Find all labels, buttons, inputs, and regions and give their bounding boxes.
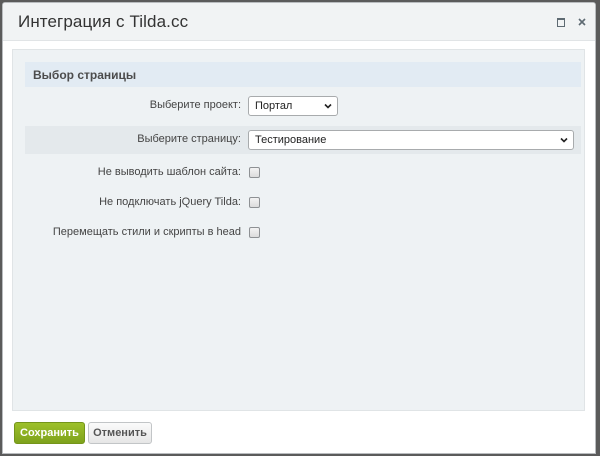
page-row: Выберите страницу: Тестирование (25, 126, 581, 154)
page-select[interactable]: Тестирование (248, 130, 574, 150)
cancel-button[interactable]: Отменить (88, 422, 152, 444)
dialog-content: Выбор страницы Выберите проект: Портал В… (12, 49, 585, 411)
dialog-footer: Сохранить Отменить (3, 413, 595, 453)
save-button[interactable]: Сохранить (14, 422, 85, 444)
no-template-label: Не выводить шаблон сайта: (97, 166, 241, 178)
maximize-icon (557, 18, 565, 27)
project-select-value: Портал (255, 100, 293, 112)
section-header: Выбор страницы (25, 62, 581, 87)
close-button[interactable] (574, 14, 590, 30)
dialog-titlebar[interactable]: Интеграция с Tilda.cc (3, 3, 595, 41)
tilda-integration-dialog: Интеграция с Tilda.cc Выбор страницы Выб… (2, 2, 596, 454)
no-template-checkbox[interactable] (249, 167, 260, 178)
project-row: Выберите проект: Портал (25, 92, 581, 120)
section-title: Выбор страницы (33, 68, 137, 82)
maximize-button[interactable] (553, 14, 569, 30)
page-select-value: Тестирование (255, 134, 327, 146)
close-icon (578, 18, 586, 26)
project-select[interactable]: Портал (248, 96, 338, 116)
no-jquery-row: Не подключать jQuery Tilda: (25, 189, 581, 217)
no-jquery-label: Не подключать jQuery Tilda: (99, 196, 241, 208)
page-label: Выберите страницу: (137, 133, 241, 145)
move-styles-label: Перемещать стили и скрипты в head (52, 226, 241, 238)
chevron-down-icon (324, 103, 332, 109)
move-styles-checkbox[interactable] (249, 227, 260, 238)
project-label: Выберите проект: (149, 99, 241, 111)
dialog-title: Интеграция с Tilda.cc (18, 12, 189, 31)
move-styles-row: Перемещать стили и скрипты в head (25, 219, 581, 247)
chevron-down-icon (560, 137, 568, 143)
no-template-row: Не выводить шаблон сайта: (25, 159, 581, 187)
no-jquery-checkbox[interactable] (249, 197, 260, 208)
